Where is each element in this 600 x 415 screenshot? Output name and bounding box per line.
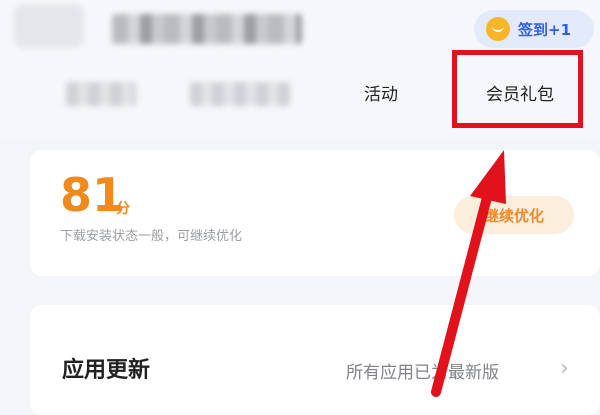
avatar[interactable]	[14, 4, 84, 48]
score-unit: 分	[116, 201, 130, 217]
tab-redacted-2[interactable]	[190, 82, 290, 106]
score-description: 下载安装状态一般，可继续优化	[60, 229, 243, 244]
highlight-box	[452, 50, 583, 128]
chevron-right-icon: ›	[560, 356, 569, 381]
tab-activity[interactable]: 活动	[364, 80, 398, 105]
app-update-status: 所有应用已为最新版	[346, 363, 499, 383]
username-redacted	[112, 14, 302, 44]
score-value: 81	[60, 168, 125, 222]
signin-label: 签到+1	[518, 20, 572, 39]
signin-button[interactable]: 签到+1	[474, 10, 594, 48]
coin-icon	[486, 17, 510, 41]
app-update-title: 应用更新	[62, 358, 151, 383]
tab-redacted-1[interactable]	[66, 82, 136, 106]
continue-optimize-button[interactable]: 继续优化	[454, 196, 574, 234]
